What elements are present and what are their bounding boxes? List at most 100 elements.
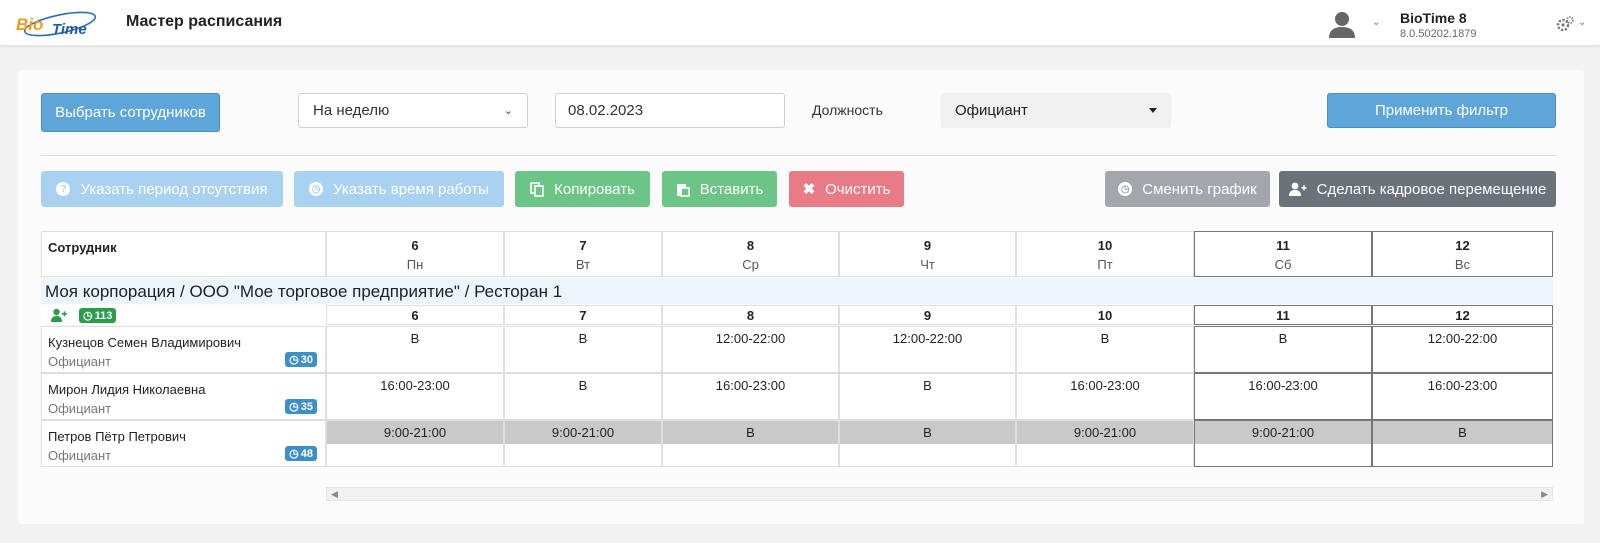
employee-position: Официант xyxy=(48,448,112,463)
set-absence-button[interactable]: ? Указать период отсутствия xyxy=(41,171,283,207)
clock-icon: ◷ xyxy=(1118,182,1133,196)
change-schedule-button[interactable]: ◷ Сменить график xyxy=(1105,171,1270,207)
day-name: Ср xyxy=(742,257,759,272)
schedule-cell[interactable]: 9:00-21:00 xyxy=(1194,420,1372,467)
position-select[interactable]: Официант xyxy=(941,93,1171,128)
copy-label: Копировать xyxy=(554,180,635,198)
day-header: 8 Ср xyxy=(662,231,839,277)
day-subheader: 7 xyxy=(504,305,662,325)
schedule-cell[interactable]: В xyxy=(1194,326,1372,373)
employee-position: Официант xyxy=(48,354,112,369)
day-name: Вс xyxy=(1454,257,1471,272)
schedule-cell[interactable]: В xyxy=(326,326,504,373)
schedule-cell[interactable]: 9:00-21:00 xyxy=(326,420,504,467)
user-avatar-icon[interactable] xyxy=(1328,10,1356,38)
day-number: 9 xyxy=(923,238,932,253)
employee-hours-badge: ◷ 35 xyxy=(285,399,317,414)
clear-label: Очистить xyxy=(825,180,891,198)
select-employees-button[interactable]: Выбрать сотрудников xyxy=(41,93,220,132)
clock-icon: ◷ xyxy=(289,448,299,460)
day-name: Пт xyxy=(1097,257,1113,272)
schedule-cell[interactable]: 16:00-23:00 xyxy=(1194,373,1372,420)
schedule-cell[interactable]: 16:00-23:00 xyxy=(662,373,839,420)
day-number: 7 xyxy=(579,238,587,253)
date-input[interactable]: 08.02.2023 xyxy=(555,93,785,128)
schedule-cell[interactable]: В xyxy=(839,373,1016,420)
svg-text:Bio: Bio xyxy=(16,15,43,34)
employee-row-header[interactable]: Петров Пётр Петрович Официант ◷ 48 xyxy=(41,420,326,467)
staff-transfer-button[interactable]: Сделать кадровое перемещение xyxy=(1279,171,1556,207)
schedule-cell[interactable]: В xyxy=(839,420,1016,467)
schedule-cell[interactable]: 9:00-21:00 xyxy=(1016,420,1194,467)
date-input-value: 08.02.2023 xyxy=(568,102,644,119)
schedule-cell[interactable]: 12:00-22:00 xyxy=(839,326,1016,373)
schedule-cell-value: В xyxy=(746,425,755,440)
employee-name: Мирон Лидия Николаевна xyxy=(48,382,206,397)
copy-button[interactable]: Копировать xyxy=(515,171,650,207)
scroll-right-icon[interactable]: ▶ xyxy=(1541,489,1548,500)
employee-row-header[interactable]: Мирон Лидия Николаевна Официант ◷ 35 xyxy=(41,373,326,420)
paste-icon xyxy=(676,183,690,197)
divider xyxy=(41,155,1556,156)
schedule-cell[interactable]: 16:00-23:00 xyxy=(1016,373,1194,420)
employee-hours-value: 30 xyxy=(300,353,313,366)
period-select-value: На неделю xyxy=(313,102,390,119)
schedule-cell[interactable]: 16:00-23:00 xyxy=(1372,373,1553,420)
position-label: Должность xyxy=(812,102,883,118)
caret-down-icon xyxy=(1149,108,1157,113)
employee-row-header[interactable]: Кузнецов Семен Владимирович Официант ◷ 30 xyxy=(41,326,326,373)
day-subheader: 12 xyxy=(1372,305,1553,325)
employee-name: Петров Пётр Петрович xyxy=(48,429,186,444)
day-name: Вт xyxy=(575,257,591,272)
paste-label: Вставить xyxy=(699,180,764,198)
apply-filter-button[interactable]: Применить фильтр xyxy=(1327,93,1556,128)
schedule-cell-value: В xyxy=(923,425,932,440)
day-header: 6 Пн xyxy=(326,231,504,277)
schedule-cell[interactable]: 12:00-22:00 xyxy=(662,326,839,373)
schedule-cell-value: 9:00-21:00 xyxy=(1251,425,1315,440)
page-title: Мастер расписания xyxy=(126,13,283,30)
position-select-value: Официант xyxy=(955,102,1028,119)
day-number: 6 xyxy=(411,238,419,253)
app-name: BioTime 8 xyxy=(1400,10,1467,26)
schedule-cell[interactable]: 16:00-23:00 xyxy=(326,373,504,420)
settings-chevron-icon[interactable]: ⌄ xyxy=(1578,17,1586,28)
svg-text:Time: Time xyxy=(52,21,87,38)
copy-icon xyxy=(530,181,544,197)
clock-icon: ◷ xyxy=(289,354,299,366)
scroll-left-icon[interactable]: ◀ xyxy=(331,489,338,500)
employee-hours-badge: ◷ 48 xyxy=(285,446,317,461)
employee-hours-value: 48 xyxy=(300,447,313,460)
day-name: Сб xyxy=(1274,257,1292,272)
employee-name: Кузнецов Семен Владимирович xyxy=(48,335,242,350)
biotime-logo[interactable]: Bio Time xyxy=(14,4,100,40)
user-menu-chevron-icon[interactable]: ⌄ xyxy=(1372,17,1380,28)
schedule-cell-value: 9:00-21:00 xyxy=(551,425,615,440)
employee-hours-value: 35 xyxy=(300,400,313,413)
user-plus-icon xyxy=(1288,182,1307,196)
group-title: Моя корпорация / ООО "Мое торговое предп… xyxy=(41,278,1553,304)
group-hours-value: 113 xyxy=(94,309,113,322)
top-bar: Bio Time Мастер расписания ⌄ BioTime 8 8… xyxy=(0,0,1600,46)
set-worktime-button[interactable]: ◷ Указать время работы xyxy=(294,171,504,207)
set-absence-label: Указать период отсутствия xyxy=(80,180,268,198)
schedule-cell[interactable]: В xyxy=(1372,420,1553,467)
schedule-cell[interactable]: В xyxy=(504,326,662,373)
schedule-cell[interactable]: В xyxy=(504,373,662,420)
schedule-cell[interactable]: В xyxy=(662,420,839,467)
add-user-icon[interactable] xyxy=(51,308,67,322)
period-select[interactable]: На неделю ⌄ xyxy=(298,93,528,128)
clear-button[interactable]: ✖ Очистить xyxy=(789,171,904,207)
clock-icon: ◷ xyxy=(83,310,93,322)
horizontal-scrollbar[interactable]: ◀ ▶ xyxy=(326,487,1553,501)
schedule-cell[interactable]: 9:00-21:00 xyxy=(504,420,662,467)
paste-button[interactable]: Вставить xyxy=(662,171,777,207)
day-number: 10 xyxy=(1097,238,1113,253)
question-icon: ? xyxy=(56,182,71,196)
schedule-cell[interactable]: В xyxy=(1016,326,1194,373)
schedule-cell-value: В xyxy=(1458,425,1467,440)
settings-gear-icon[interactable] xyxy=(1556,15,1574,33)
day-subheader: 10 xyxy=(1016,305,1194,325)
schedule-cell[interactable]: 12:00-22:00 xyxy=(1372,326,1553,373)
employee-column-header[interactable]: Сотрудник xyxy=(41,231,326,277)
